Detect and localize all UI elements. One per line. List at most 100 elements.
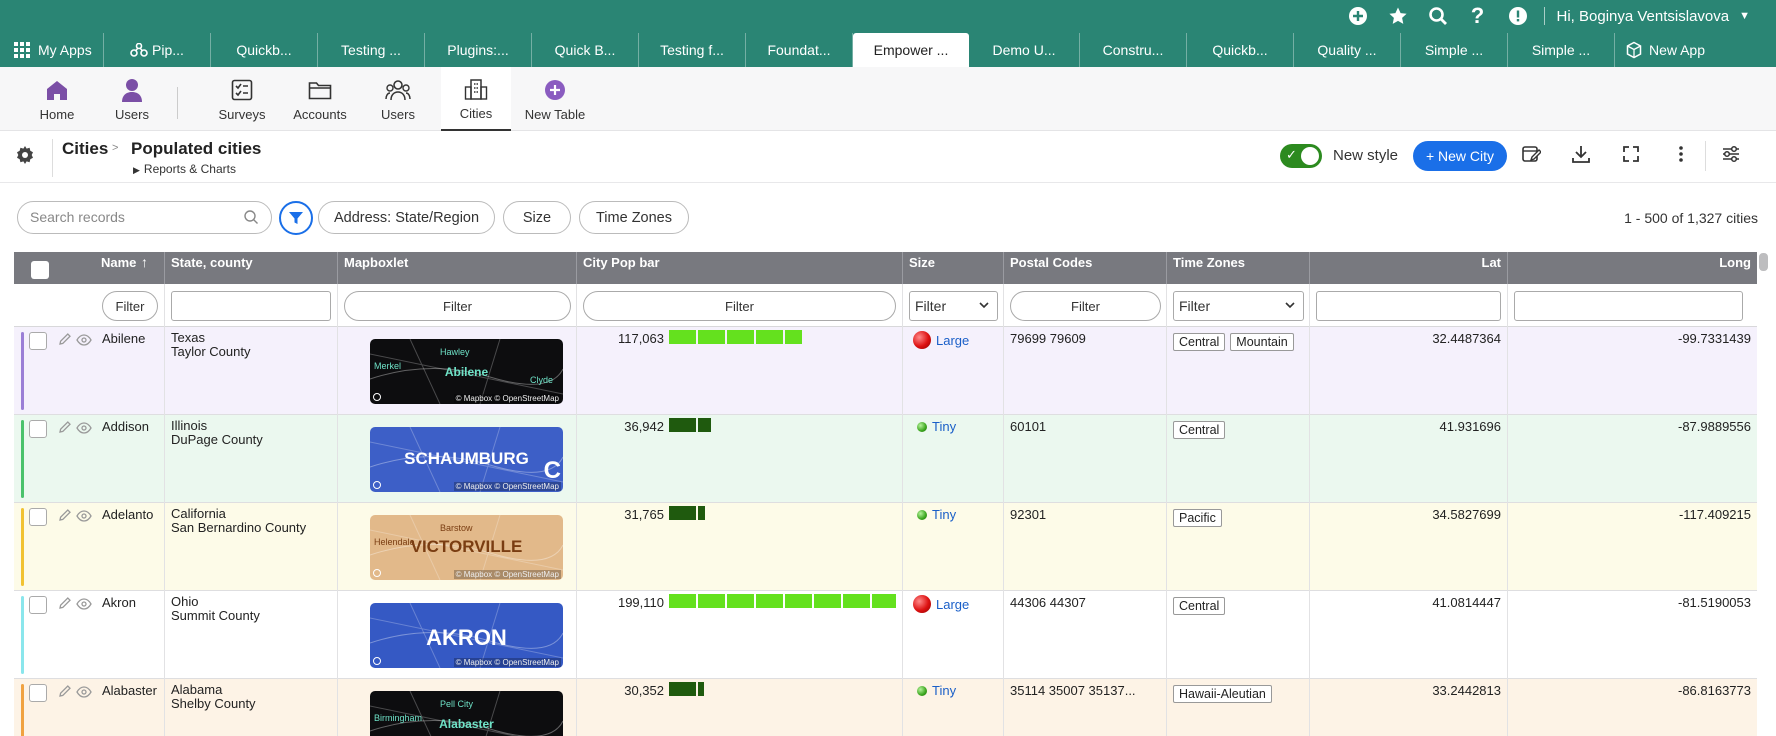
size-value[interactable]: Tiny: [913, 419, 956, 434]
help-icon[interactable]: ?: [1458, 3, 1498, 28]
table-cell: 60101: [1004, 415, 1167, 503]
app-tab[interactable]: Quality ...: [1294, 33, 1401, 67]
column-header-lat[interactable]: Lat: [1310, 252, 1508, 284]
app-tab[interactable]: Demo U...: [969, 33, 1080, 67]
grid-scrollbar[interactable]: [1759, 253, 1768, 271]
column-header-map[interactable]: Mapboxlet: [338, 252, 577, 284]
app-tab[interactable]: Testing f...: [639, 33, 746, 67]
size-filter-select[interactable]: Filter: [909, 291, 998, 321]
search-icon[interactable]: [1418, 4, 1458, 28]
eye-icon[interactable]: [76, 509, 92, 523]
breadcrumb-table[interactable]: Cities: [62, 139, 108, 159]
plus-circle-icon[interactable]: [1338, 4, 1378, 28]
eye-icon[interactable]: [76, 597, 92, 611]
nav-cities[interactable]: Cities: [441, 67, 511, 131]
pencil-icon[interactable]: [58, 508, 72, 522]
more-vertical-icon[interactable]: [1668, 144, 1694, 170]
edit-report-icon[interactable]: [1518, 144, 1544, 170]
eye-icon[interactable]: [76, 685, 92, 699]
filter-pill-size[interactable]: Size: [503, 201, 571, 234]
expand-icon[interactable]: [1618, 144, 1644, 170]
nav-users-table[interactable]: Users: [368, 67, 428, 131]
nav-users[interactable]: Users: [102, 67, 162, 131]
grid-filter-row: Filter Filter Filter Filter Filter Filte…: [14, 284, 1757, 327]
postal-filter[interactable]: Filter: [1010, 291, 1161, 321]
app-tab[interactable]: Pip...: [104, 33, 211, 67]
star-icon[interactable]: [1378, 4, 1418, 28]
pencil-icon[interactable]: [58, 332, 72, 346]
new-app-button[interactable]: New App: [1615, 33, 1715, 67]
column-header-name[interactable]: Name ↑: [14, 252, 165, 284]
select-all-checkbox[interactable]: [31, 261, 49, 279]
app-tab[interactable]: Quickb...: [1187, 33, 1294, 67]
filter-pill-time-zones[interactable]: Time Zones: [579, 201, 689, 234]
app-tab[interactable]: Foundat...: [746, 33, 853, 67]
app-tab-label: Quality ...: [1317, 42, 1377, 58]
population-bar-segment: [756, 330, 783, 344]
column-header-postal[interactable]: Postal Codes: [1004, 252, 1167, 284]
record-count: 1 - 500 of 1,327 cities: [1624, 210, 1758, 226]
app-tab[interactable]: Simple ...: [1508, 33, 1615, 67]
row-checkbox[interactable]: [29, 508, 47, 526]
column-header-state[interactable]: State, county: [165, 252, 338, 284]
long-filter-input[interactable]: [1514, 291, 1743, 321]
column-header-timezones[interactable]: Time Zones: [1167, 252, 1310, 284]
alert-icon[interactable]: [1498, 4, 1538, 28]
reports-charts-link[interactable]: ▶ Reports & Charts: [133, 162, 236, 176]
map-filter[interactable]: Filter: [344, 291, 571, 321]
map-thumbnail[interactable]: SCHAUMBURG C © Mapbox © OpenStreetMap: [370, 427, 563, 492]
search-records[interactable]: [17, 201, 272, 234]
map-thumbnail[interactable]: AlabasterBirminghamPell City© Mapbox © O…: [370, 691, 563, 736]
app-tab-label: Quickb...: [1212, 42, 1268, 58]
pencil-icon[interactable]: [58, 420, 72, 434]
filter-toggle-button[interactable]: [279, 201, 313, 235]
filter-cell: [165, 284, 338, 327]
nav-accounts[interactable]: Accounts: [285, 67, 355, 131]
download-icon[interactable]: [1568, 144, 1594, 170]
eye-icon[interactable]: [76, 421, 92, 435]
nav-new-table[interactable]: New Table: [520, 67, 590, 131]
settings-sliders-icon[interactable]: [1718, 144, 1744, 170]
my-apps-button[interactable]: My Apps: [0, 33, 104, 67]
app-tab[interactable]: Testing ...: [318, 33, 425, 67]
table-cell: -86.8163773: [1508, 679, 1757, 736]
app-tab[interactable]: Simple ...: [1401, 33, 1508, 67]
nav-home[interactable]: Home: [26, 67, 88, 131]
column-header-pop[interactable]: City Pop bar: [577, 252, 903, 284]
app-tab[interactable]: Plugins:...: [425, 33, 532, 67]
timezones-filter-select[interactable]: Filter: [1173, 291, 1304, 321]
lat-filter-input[interactable]: [1316, 291, 1501, 321]
map-thumbnail[interactable]: VICTORVILLE Helendale Barstow © Mapbox © Op…: [370, 515, 563, 580]
row-checkbox[interactable]: [29, 684, 47, 702]
time-zones: Central: [1173, 421, 1226, 439]
app-tab-active[interactable]: Empower ...: [853, 33, 969, 67]
size-large-dot-icon: [913, 331, 931, 349]
new-style-toggle[interactable]: ✓: [1280, 144, 1322, 168]
map-thumbnail[interactable]: Abilene Merkel Hawley Clyde © Mapbox © OpenS…: [370, 339, 563, 404]
size-value[interactable]: Tiny: [913, 683, 956, 698]
app-tab[interactable]: Quick B...: [532, 33, 639, 67]
new-city-button[interactable]: + New City: [1413, 141, 1507, 171]
app-tab[interactable]: Quickb...: [211, 33, 318, 67]
user-menu[interactable]: Hi, Boginya Ventsislavova ▼: [1557, 8, 1751, 25]
row-checkbox[interactable]: [29, 332, 47, 350]
eye-icon[interactable]: [76, 333, 92, 347]
state-filter-input[interactable]: [171, 291, 331, 321]
column-header-size[interactable]: Size: [903, 252, 1004, 284]
name-filter[interactable]: Filter: [102, 291, 158, 321]
size-value[interactable]: Large: [913, 595, 969, 613]
row-checkbox[interactable]: [29, 420, 47, 438]
gear-icon[interactable]: [14, 145, 36, 167]
size-value[interactable]: Tiny: [913, 507, 956, 522]
search-input[interactable]: [30, 209, 230, 225]
app-tab[interactable]: Constru...: [1080, 33, 1187, 67]
nav-surveys[interactable]: Surveys: [212, 67, 272, 131]
pencil-icon[interactable]: [58, 596, 72, 610]
map-thumbnail[interactable]: AKRON © Mapbox © OpenStreetMap: [370, 603, 563, 668]
column-header-long[interactable]: Long: [1508, 252, 1757, 284]
pencil-icon[interactable]: [58, 684, 72, 698]
pop-filter[interactable]: Filter: [583, 291, 896, 321]
row-checkbox[interactable]: [29, 596, 47, 614]
filter-pill-state-region[interactable]: Address: State/Region: [318, 201, 495, 234]
size-value[interactable]: Large: [913, 331, 969, 349]
